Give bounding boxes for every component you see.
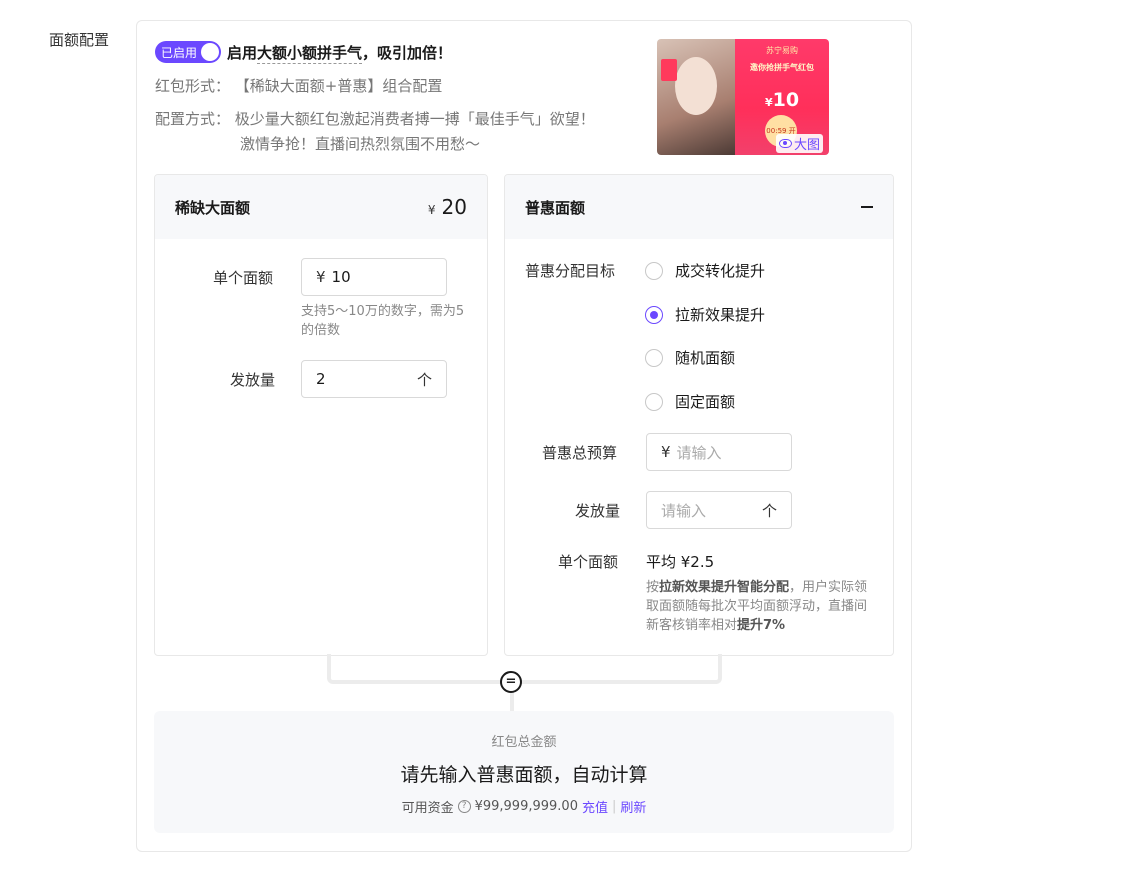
inclusive-single-label: 单个面额 [558, 553, 619, 571]
form-value: 【稀缺大面额+普惠】组合配置 [234, 77, 443, 95]
budget-placeholder: 请输入 [676, 443, 722, 462]
scarce-count-value: 2 [316, 370, 326, 388]
view-large-button[interactable]: 大图 [775, 134, 823, 153]
scarce-title: 稀缺大面额 [175, 198, 251, 217]
count-placeholder: 请输入 [661, 501, 707, 520]
toggle-knob [201, 43, 220, 61]
total-summary: 红包总金额 请先输入普惠面额，自动计算 可用资金 ? ¥99,999,999.0… [154, 711, 894, 833]
available-funds: 可用资金 ? ¥99,999,999.00 充值 | 刷新 [154, 797, 894, 816]
title-prefix: 启用 [227, 43, 258, 62]
radio-label: 拉新效果提升 [675, 306, 766, 324]
scarce-panel: 稀缺大面额 ¥20 单个面额 ¥ 10 支持5～10万的数字，需为5的倍数 发放… [154, 174, 488, 656]
preview-banner: 邀你抢拼手气红包 [750, 63, 814, 72]
view-large-label: 大图 [793, 138, 820, 153]
inclusive-panel-header: 普惠面额 [505, 175, 893, 239]
funds-label: 可用资金 [401, 801, 454, 816]
scarce-count-label: 发放量 [230, 371, 276, 389]
form-info: 红包形式： 【稀缺大面额+普惠】组合配置 [155, 74, 442, 98]
connector-bracket [327, 654, 722, 684]
inclusive-title: 普惠面额 [525, 198, 586, 217]
radio-label: 随机面额 [675, 349, 736, 367]
average-amount: 平均 ¥2.5 [646, 553, 715, 571]
eye-icon [778, 139, 792, 148]
single-amount-label: 单个面额 [213, 269, 274, 287]
radio-circle [645, 392, 663, 411]
help-icon[interactable]: ? [457, 800, 471, 813]
enable-toggle[interactable]: 已启用 [155, 41, 222, 63]
total-main-text: 请先输入普惠面额，自动计算 [400, 764, 648, 786]
method-value-1: 极少量大额红包激起消费者搏一搏「最佳手气」欲望！ [234, 110, 595, 128]
collapse-icon[interactable] [861, 206, 873, 208]
toggle-label: 已启用 [161, 45, 198, 60]
recharge-link[interactable]: 充值 [582, 797, 608, 816]
currency-prefix: ¥ [316, 268, 326, 286]
header-row: 已启用 启用大额小额拼手气，吸引加倍！ [155, 41, 453, 64]
single-amount-value: 10 [331, 268, 351, 286]
refresh-link[interactable]: 刷新 [620, 797, 646, 816]
preview-red-packet: 苏宁易购 邀你抢拼手气红包 ¥10 00:59 开抢 大图 [735, 39, 829, 155]
scarce-count-input[interactable]: 2 个 [301, 360, 447, 398]
form-label: 红包形式： [155, 77, 231, 95]
budget-label: 普惠总预算 [542, 444, 618, 462]
distribution-hint: 按拉新效果提升智能分配，用户实际领取面额随每批次平均面额浮动，直播间新客核销率相… [646, 580, 868, 633]
preview-live-photo [657, 39, 735, 155]
title-suffix: ，吸引加倍！ [362, 43, 453, 62]
funds-value: ¥99,999,999.00 [474, 799, 578, 814]
preview-tag [661, 59, 677, 81]
inclusive-count-input[interactable]: 请输入 个 [646, 491, 792, 529]
header-title: 启用大额小额拼手气，吸引加倍！ [227, 42, 453, 64]
radio-circle [645, 348, 663, 367]
method-value-2: 激情争抢！直播间热烈氛围不用愁～ [240, 135, 481, 153]
denomination-config-card: 已启用 启用大额小额拼手气，吸引加倍！ 红包形式： 【稀缺大面额+普惠】组合配置… [136, 20, 912, 852]
preview-face [675, 57, 717, 115]
radio-option-fixed[interactable]: 固定面额 [645, 391, 735, 412]
radio-option-acquisition[interactable]: 拉新效果提升 [645, 304, 765, 325]
equals-icon: = [500, 671, 522, 693]
radio-label: 固定面额 [675, 393, 736, 411]
goal-label: 普惠分配目标 [525, 262, 616, 280]
scarce-total: ¥20 [427, 195, 467, 219]
count-unit: 个 [761, 501, 777, 520]
inclusive-panel: 普惠面额 普惠分配目标 成交转化提升 拉新效果提升 随机面额 固定面额 普惠总预… [504, 174, 894, 656]
method-label: 配置方式： [155, 110, 231, 128]
title-highlight[interactable]: 大额小额拼手气 [257, 43, 363, 64]
budget-input[interactable]: ¥ 请输入 [646, 433, 792, 471]
count-unit: 个 [416, 370, 432, 389]
radio-circle-selected [645, 305, 663, 324]
inclusive-count-label: 发放量 [575, 502, 621, 520]
preview-brand: 苏宁易购 [766, 46, 798, 55]
single-amount-hint: 支持5～10万的数字，需为5的倍数 [301, 304, 465, 338]
scarce-panel-header: 稀缺大面额 ¥20 [155, 175, 487, 239]
link-separator: | [612, 799, 617, 814]
total-label: 红包总金额 [491, 735, 557, 750]
field-label: 面额配置 [49, 31, 110, 49]
radio-circle [645, 261, 663, 280]
single-amount-input[interactable]: ¥ 10 [301, 258, 447, 296]
radio-option-conversion[interactable]: 成交转化提升 [645, 260, 765, 281]
currency-prefix: ¥ [661, 443, 671, 461]
preview-image[interactable]: 苏宁易购 邀你抢拼手气红包 ¥10 00:59 开抢 大图 [657, 39, 829, 155]
method-info: 配置方式： 极少量大额红包激起消费者搏一搏「最佳手气」欲望！ [155, 107, 595, 131]
radio-label: 成交转化提升 [675, 262, 766, 280]
radio-option-random[interactable]: 随机面额 [645, 347, 735, 368]
preview-amount: ¥10 [764, 89, 800, 111]
